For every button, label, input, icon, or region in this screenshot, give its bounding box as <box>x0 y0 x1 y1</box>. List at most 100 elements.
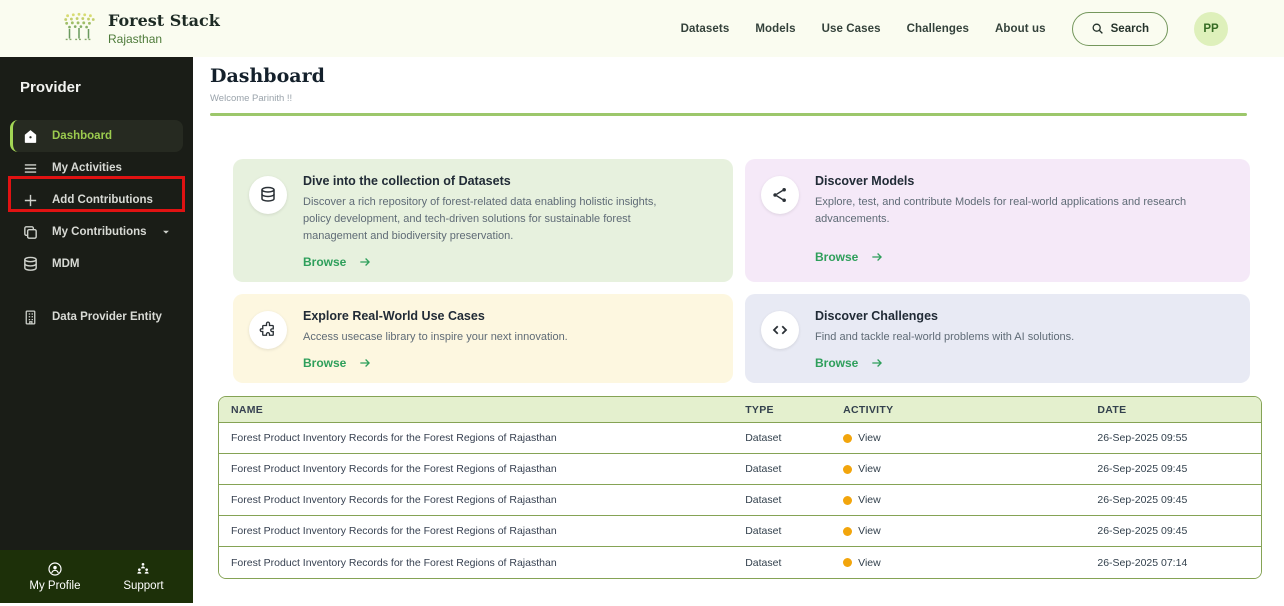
sidebar-item-label: My Contributions <box>52 226 147 238</box>
row-activity: View <box>843 525 1097 537</box>
brand-logo[interactable]: Forest Stack Rajasthan <box>60 9 220 49</box>
search-button-label: Search <box>1111 23 1149 35</box>
column-header-date: DATE <box>1097 404 1261 416</box>
nav-models[interactable]: Models <box>755 23 795 35</box>
avatar[interactable]: PP <box>1194 12 1228 46</box>
table-row[interactable]: Forest Product Inventory Records for the… <box>219 423 1261 454</box>
card-title: Explore Real-World Use Cases <box>303 309 598 323</box>
support-button[interactable]: Support <box>123 561 163 592</box>
row-type: Dataset <box>745 557 843 569</box>
table-row[interactable]: Forest Product Inventory Records for the… <box>219 547 1261 578</box>
sidebar-item-my-activities[interactable]: My Activities <box>10 152 183 184</box>
sidebar-item-label: MDM <box>52 258 79 270</box>
sidebar-section-label: Provider <box>20 79 173 96</box>
browse-label: Browse <box>815 250 858 264</box>
activity-status-dot <box>843 558 852 567</box>
list-icon <box>22 160 39 177</box>
sidebar-item-my-contributions[interactable]: My Contributions <box>10 216 183 248</box>
activity-label: View <box>858 525 881 537</box>
row-name: Forest Product Inventory Records for the… <box>219 525 745 537</box>
table-row[interactable]: Forest Product Inventory Records for the… <box>219 516 1261 547</box>
nav-datasets[interactable]: Datasets <box>681 23 730 35</box>
card-icon-circle <box>761 311 799 349</box>
copy-icon <box>22 224 39 241</box>
sidebar-item-add-contributions[interactable]: Add Contributions <box>10 184 183 216</box>
hub-icon <box>771 186 789 204</box>
nav-use-cases[interactable]: Use Cases <box>822 23 881 35</box>
home-icon <box>22 128 39 145</box>
table-row[interactable]: Forest Product Inventory Records for the… <box>219 454 1261 485</box>
row-name: Forest Product Inventory Records for the… <box>219 432 745 444</box>
card-datasets[interactable]: Dive into the collection of Datasets Dis… <box>233 159 733 282</box>
activity-status-dot <box>843 465 852 474</box>
activity-status-dot <box>843 496 852 505</box>
sidebar: Provider Dashboard My Activities Add Con… <box>0 57 193 603</box>
page-title: Dashboard <box>210 65 1264 87</box>
card-icon-circle <box>761 176 799 214</box>
row-name: Forest Product Inventory Records for the… <box>219 494 745 506</box>
row-type: Dataset <box>745 432 843 444</box>
brand-name: Forest Stack <box>108 12 220 30</box>
sidebar-item-data-provider-entity[interactable]: Data Provider Entity <box>10 301 183 333</box>
row-activity: View <box>843 432 1097 444</box>
sidebar-item-dashboard[interactable]: Dashboard <box>10 120 183 152</box>
nav-about-us[interactable]: About us <box>995 23 1046 35</box>
browse-models-link[interactable]: Browse <box>815 250 1232 264</box>
search-button[interactable]: Search <box>1072 12 1168 46</box>
browse-label: Browse <box>303 356 346 370</box>
column-header-type: TYPE <box>745 404 843 416</box>
row-name: Forest Product Inventory Records for the… <box>219 463 745 475</box>
card-challenges[interactable]: Discover Challenges Find and tackle real… <box>745 294 1250 383</box>
row-name: Forest Product Inventory Records for the… <box>219 557 745 569</box>
my-profile-button[interactable]: My Profile <box>29 561 80 592</box>
person-icon <box>47 561 63 577</box>
activity-label: View <box>858 557 881 569</box>
activity-label: View <box>858 463 881 475</box>
row-type: Dataset <box>745 494 843 506</box>
divider <box>210 113 1247 116</box>
sidebar-item-mdm[interactable]: MDM <box>10 248 183 280</box>
card-use-cases[interactable]: Explore Real-World Use Cases Access usec… <box>233 294 733 383</box>
browse-challenges-link[interactable]: Browse <box>815 356 1104 370</box>
main-content: Dashboard Welcome Parinith !! Dive into … <box>193 57 1284 606</box>
row-activity: View <box>843 494 1097 506</box>
column-header-name: NAME <box>219 404 745 416</box>
sidebar-item-label: Dashboard <box>52 130 112 142</box>
sidebar-item-label: Add Contributions <box>52 194 153 206</box>
column-header-activity: ACTIVITY <box>843 404 1097 416</box>
browse-datasets-link[interactable]: Browse <box>303 255 715 269</box>
arrow-right-icon <box>870 356 884 370</box>
card-icon-circle <box>249 311 287 349</box>
puzzle-icon <box>259 321 277 339</box>
sidebar-item-label: My Activities <box>52 162 122 174</box>
browse-label: Browse <box>815 356 858 370</box>
row-date: 26-Sep-2025 09:45 <box>1097 494 1261 506</box>
search-icon <box>1091 22 1104 35</box>
feature-cards: Dive into the collection of Datasets Dis… <box>233 159 1250 383</box>
card-icon-circle <box>249 176 287 214</box>
row-type: Dataset <box>745 463 843 475</box>
card-title: Dive into the collection of Datasets <box>303 174 715 188</box>
plus-icon <box>22 192 39 209</box>
chevron-down-icon <box>161 227 171 237</box>
top-header: Forest Stack Rajasthan Datasets Models U… <box>0 0 1284 57</box>
card-description: Access usecase library to inspire your n… <box>303 329 598 346</box>
arrow-right-icon <box>358 356 372 370</box>
browse-use-cases-link[interactable]: Browse <box>303 356 598 370</box>
browse-label: Browse <box>303 255 346 269</box>
row-date: 26-Sep-2025 07:14 <box>1097 557 1261 569</box>
database-icon <box>259 186 277 204</box>
table-row[interactable]: Forest Product Inventory Records for the… <box>219 485 1261 516</box>
nav-challenges[interactable]: Challenges <box>907 23 969 35</box>
people-icon <box>135 561 151 577</box>
row-date: 26-Sep-2025 09:45 <box>1097 463 1261 475</box>
table-header-row: NAME TYPE ACTIVITY DATE <box>219 397 1261 423</box>
forest-trees-icon <box>60 9 98 49</box>
code-icon <box>771 321 789 339</box>
brand-region: Rajasthan <box>108 32 220 46</box>
card-models[interactable]: Discover Models Explore, test, and contr… <box>745 159 1250 282</box>
arrow-right-icon <box>870 250 884 264</box>
card-description: Explore, test, and contribute Models for… <box>815 194 1232 228</box>
card-title: Discover Challenges <box>815 309 1104 323</box>
activity-status-dot <box>843 434 852 443</box>
